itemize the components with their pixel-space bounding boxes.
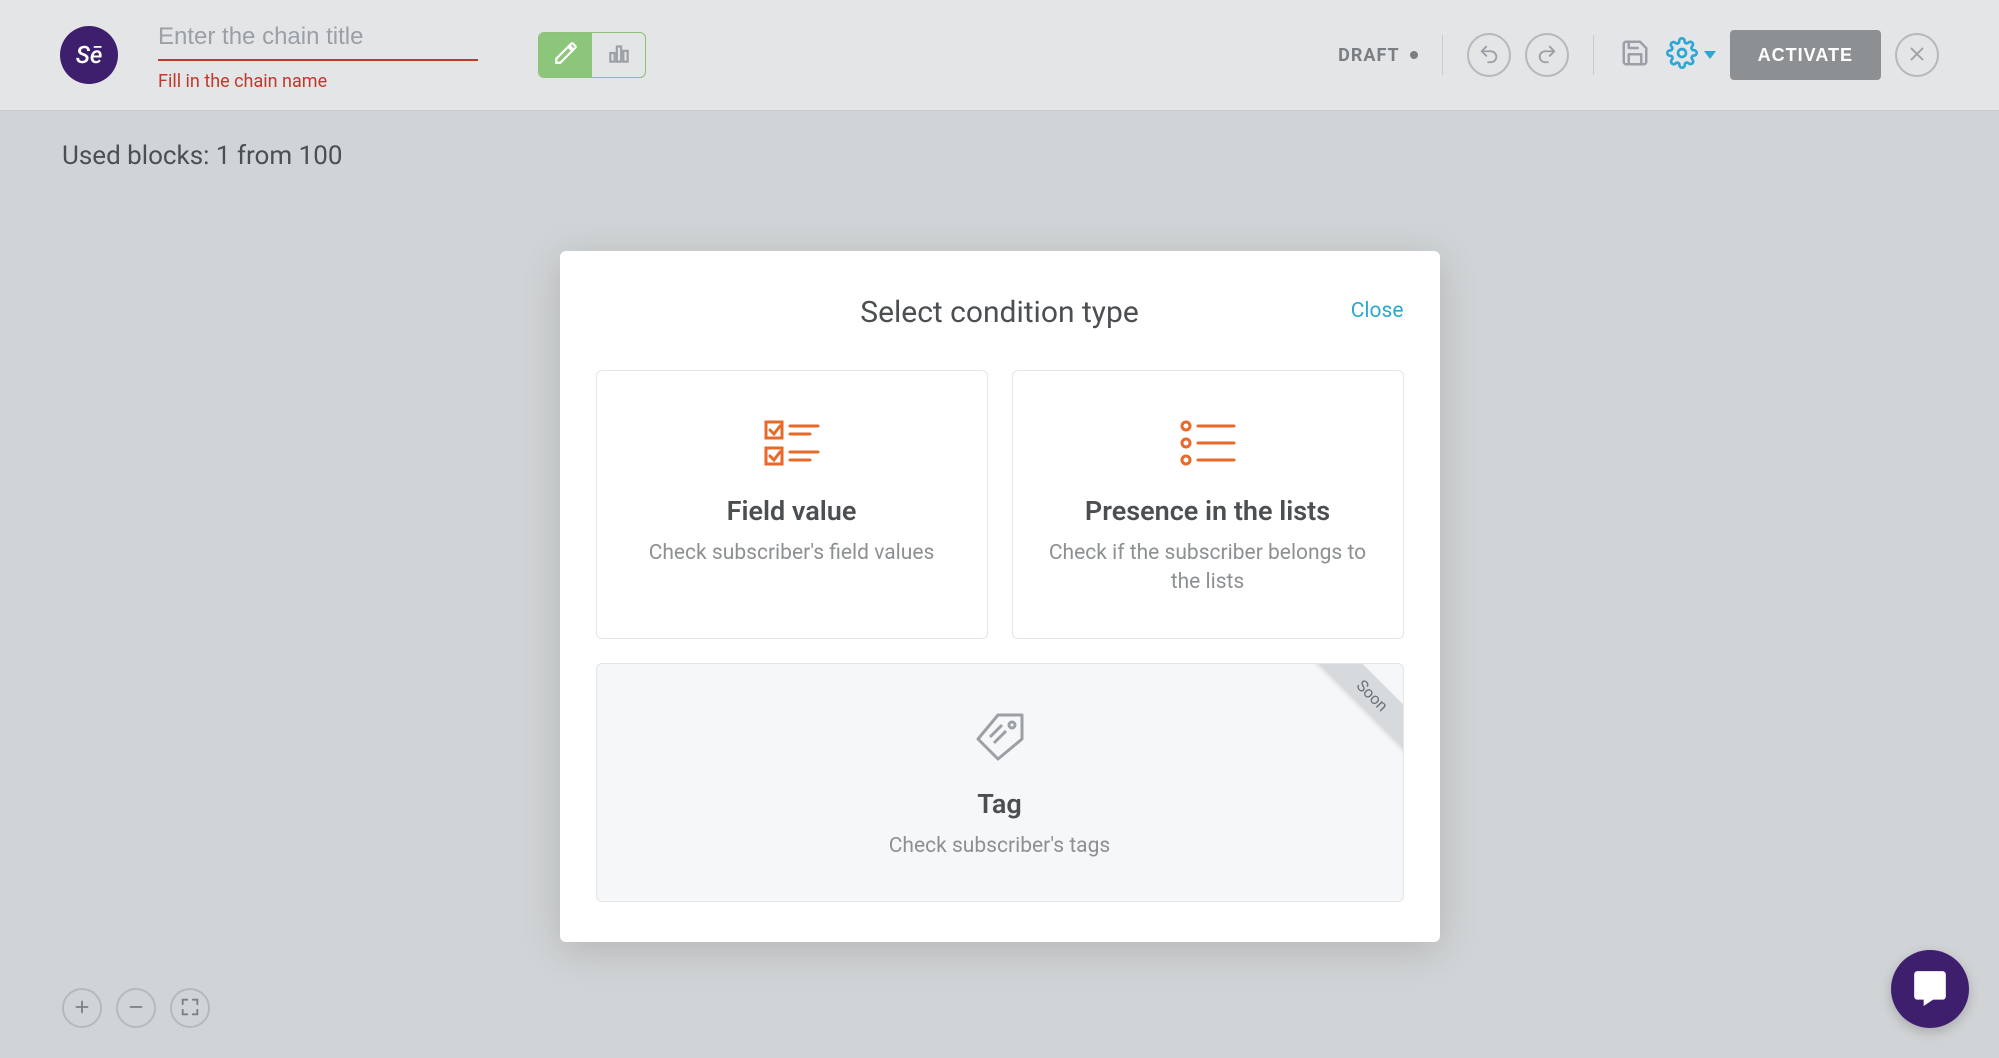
plus-icon bbox=[71, 996, 93, 1021]
modal-title: Select condition type bbox=[596, 295, 1404, 330]
status-text: DRAFT bbox=[1338, 45, 1400, 66]
close-icon bbox=[1906, 43, 1928, 68]
condition-option-tag: Soon Tag Check subscriber's tags bbox=[596, 663, 1404, 902]
bullet-list-icon bbox=[1043, 411, 1373, 475]
used-blocks-counter: Used blocks: 1 from 100 bbox=[62, 141, 342, 171]
select-condition-modal: Select condition type Close Field value … bbox=[560, 251, 1440, 942]
top-bar: Sē Fill in the chain name DRAFT bbox=[0, 0, 1999, 111]
modal-close-button[interactable]: Close bbox=[1351, 299, 1404, 323]
top-bar-actions: DRAFT bbox=[1338, 30, 1939, 80]
save-icon bbox=[1620, 38, 1650, 72]
bar-chart-icon bbox=[606, 40, 632, 70]
card-title: Field value bbox=[627, 495, 957, 527]
app-logo: Sē bbox=[60, 26, 118, 84]
chain-title-error: Fill in the chain name bbox=[158, 71, 478, 92]
tag-icon bbox=[627, 704, 1373, 768]
pencil-icon bbox=[553, 40, 579, 70]
chevron-down-icon bbox=[1704, 51, 1716, 59]
condition-options-grid: Field value Check subscriber's field val… bbox=[596, 370, 1404, 902]
zoom-in-button[interactable] bbox=[62, 988, 102, 1028]
save-button[interactable] bbox=[1618, 38, 1652, 72]
card-description: Check if the subscriber belongs to the l… bbox=[1043, 539, 1373, 598]
divider bbox=[1442, 35, 1443, 75]
condition-option-presence-in-lists[interactable]: Presence in the lists Check if the subsc… bbox=[1012, 370, 1404, 639]
chat-icon bbox=[1911, 968, 1949, 1010]
zoom-controls bbox=[62, 988, 210, 1028]
undo-icon bbox=[1478, 43, 1500, 68]
card-title: Tag bbox=[627, 788, 1373, 820]
undo-button[interactable] bbox=[1467, 33, 1511, 77]
gear-icon bbox=[1666, 37, 1698, 73]
zoom-out-button[interactable] bbox=[116, 988, 156, 1028]
card-description: Check subscriber's field values bbox=[627, 539, 957, 568]
stats-mode-tab[interactable] bbox=[592, 33, 645, 77]
status-badge: DRAFT bbox=[1338, 45, 1418, 66]
redo-icon bbox=[1536, 43, 1558, 68]
modal-header: Select condition type Close bbox=[596, 295, 1404, 330]
activate-button[interactable]: ACTIVATE bbox=[1730, 30, 1881, 80]
status-dot-icon bbox=[1410, 51, 1418, 59]
divider bbox=[1593, 35, 1594, 75]
redo-button[interactable] bbox=[1525, 33, 1569, 77]
close-editor-button[interactable] bbox=[1895, 33, 1939, 77]
chain-title-input[interactable] bbox=[158, 19, 478, 61]
checklist-icon bbox=[627, 411, 957, 475]
minus-icon bbox=[125, 996, 147, 1021]
view-mode-toggle bbox=[538, 32, 646, 78]
chat-support-button[interactable] bbox=[1891, 950, 1969, 1028]
edit-mode-tab[interactable] bbox=[539, 33, 592, 77]
settings-dropdown[interactable] bbox=[1666, 37, 1716, 73]
card-title: Presence in the lists bbox=[1043, 495, 1373, 527]
editor-canvas[interactable]: Used blocks: 1 from 100 Select condition… bbox=[0, 111, 1999, 1058]
fit-screen-icon bbox=[179, 996, 201, 1021]
condition-option-field-value[interactable]: Field value Check subscriber's field val… bbox=[596, 370, 988, 639]
card-description: Check subscriber's tags bbox=[627, 832, 1373, 861]
chain-title-field-wrap: Fill in the chain name bbox=[158, 19, 478, 92]
fit-screen-button[interactable] bbox=[170, 988, 210, 1028]
